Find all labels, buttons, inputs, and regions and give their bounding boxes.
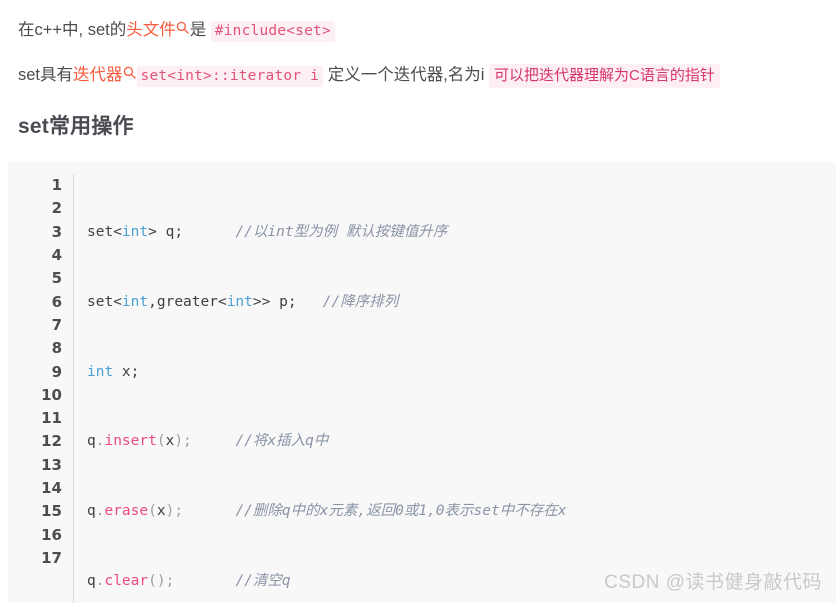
code-token: int (121, 293, 149, 310)
highlight-pointer-note: 可以把迭代器理解为C语言的指针 (489, 63, 720, 88)
code-token: ); (165, 503, 184, 520)
code-content[interactable]: set<int> q; //以int型为例 默认按键值升序 set<int,gr… (74, 174, 796, 603)
line-number: 14 (41, 478, 62, 497)
line-number-gutter: 1 2 3 4 5 6 7 8 9 10 11 12 13 14 15 16 1 (8, 174, 74, 603)
line-number: 11 (41, 409, 62, 428)
code-line: set<int> q; //以int型为例 默认按键值升序 (87, 221, 796, 244)
line-number: 5 (51, 269, 62, 288)
link-header-file[interactable]: 头文件 (126, 21, 176, 39)
code-token: int (226, 293, 253, 310)
search-icon[interactable] (123, 66, 136, 79)
code-token: q (87, 503, 96, 520)
code-line: q.insert(x); //将x插入q中 (87, 430, 796, 453)
paragraph-iterator: set具有迭代器 set<int>::iterator i 定义一个迭代器,名为i… (0, 44, 836, 89)
section-heading: set常用操作 (18, 115, 134, 139)
code-gap (192, 433, 236, 449)
code-gap (183, 503, 235, 519)
code-token: erase (104, 503, 149, 520)
code-token: ); (174, 433, 192, 450)
line-number: 4 (51, 246, 62, 265)
link-iterator[interactable]: 迭代器 (73, 66, 123, 84)
code-line: q.clear(); //清空q (87, 570, 796, 593)
code-token: q (87, 433, 96, 450)
code-token: > q; (148, 223, 184, 240)
code-token: clear (104, 573, 149, 590)
code-token: q (87, 573, 96, 590)
paragraph-text: 在c++中, set的 (18, 21, 127, 39)
line-number: 15 (41, 502, 62, 521)
code-token: x (156, 503, 166, 520)
line-number: 16 (41, 525, 62, 544)
code-comment: //清空q (235, 573, 291, 590)
code-table: 1 2 3 4 5 6 7 8 9 10 11 12 13 14 15 16 1 (8, 174, 796, 603)
code-gap (297, 294, 323, 310)
line-number: 12 (41, 432, 62, 451)
code-token: ( (148, 503, 157, 520)
code-token: set< (87, 293, 122, 310)
paragraph-text-2: 定义一个迭代器,名为i (323, 65, 490, 84)
article-page: 在c++中, set的头文件是 #include<set> set具有迭代器 se… (0, 0, 836, 603)
code-gap (183, 224, 235, 240)
code-comment: //删除q中的x元素,返回0或1,0表示set中不存在x (235, 503, 567, 520)
line-number: 3 (51, 222, 62, 241)
code-token: int (121, 223, 149, 240)
code-line: int x; (87, 361, 796, 384)
paragraph-text-2: 是 (189, 21, 211, 39)
code-comment: //将x插入q中 (235, 433, 329, 450)
line-number: 8 (51, 339, 62, 358)
search-icon[interactable] (176, 21, 189, 34)
line-number: 9 (51, 362, 62, 381)
code-comment: //以int型为例 默认按键值升序 (235, 223, 448, 240)
line-number: 17 (41, 548, 62, 567)
code-token: insert (104, 433, 157, 450)
paragraph-text: set具有 (18, 65, 74, 84)
code-block[interactable]: 1 2 3 4 5 6 7 8 9 10 11 12 13 14 15 16 1 (8, 162, 836, 603)
paragraph-header-file: 在c++中, set的头文件是 #include<set> (0, 0, 836, 44)
code-token: set< (87, 223, 122, 240)
code-line: set<int,greater<int>> p; //降序排列 (87, 291, 796, 314)
line-number: 7 (51, 315, 62, 334)
line-number: 6 (51, 292, 62, 311)
code-token: ( (156, 433, 166, 450)
code-line: q.erase(x); //删除q中的x元素,返回0或1,0表示set中不存在x (87, 500, 796, 523)
code-token: int (87, 363, 114, 380)
line-number: 13 (41, 455, 62, 474)
line-number: 2 (51, 199, 62, 218)
code-gap (174, 573, 235, 589)
line-number: 10 (41, 385, 62, 404)
line-number: 1 (51, 176, 62, 195)
code-token: (); (148, 573, 175, 590)
code-token: ,greater< (148, 293, 227, 310)
inline-code-include: #include<set> (210, 21, 335, 42)
code-token: >> p; (252, 293, 297, 310)
inline-code-iterator-decl: set<int>::iterator i (136, 65, 324, 87)
code-token: x; (113, 363, 140, 380)
code-comment: //降序排列 (322, 293, 399, 310)
